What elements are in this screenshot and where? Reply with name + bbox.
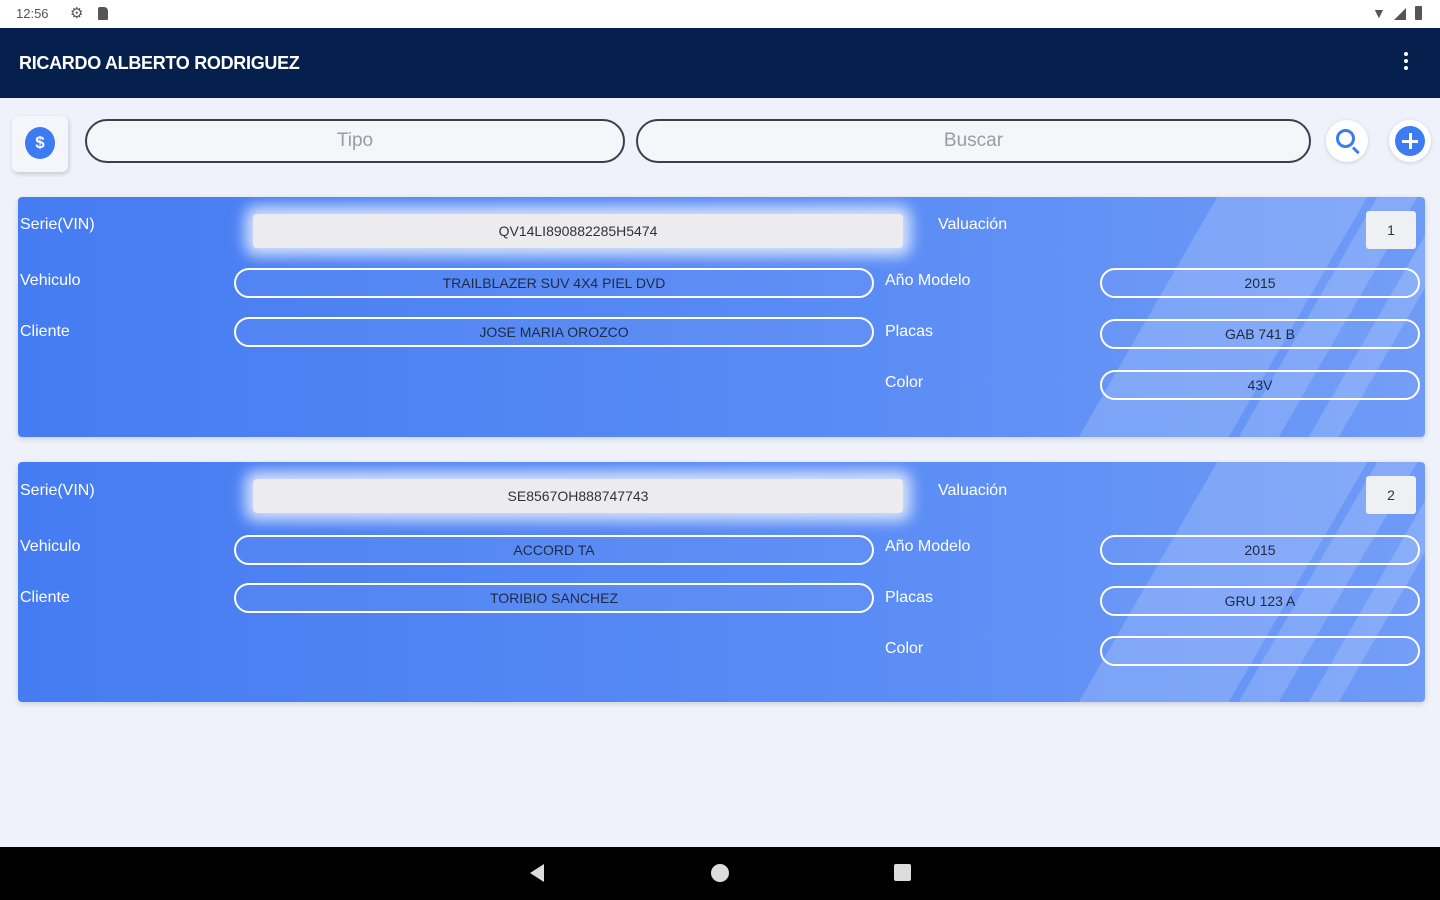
placas-field: GAB 741 B bbox=[1100, 319, 1420, 349]
home-icon[interactable] bbox=[711, 864, 729, 882]
search-icon bbox=[1336, 129, 1355, 148]
vehiculo-field: TRAILBLAZER SUV 4X4 PIEL DVD bbox=[234, 268, 874, 298]
anio-modelo-label: Año Modelo bbox=[885, 538, 971, 555]
add-button[interactable] bbox=[1389, 120, 1431, 162]
search-input[interactable] bbox=[638, 121, 1309, 161]
vin-value: SE8567OH888747743 bbox=[253, 479, 903, 513]
wifi-icon: ▼ bbox=[1372, 5, 1386, 21]
system-nav-bar bbox=[0, 847, 1440, 900]
search-button[interactable] bbox=[1326, 120, 1368, 162]
valuation-button[interactable]: $ bbox=[12, 116, 68, 172]
settings-gear-icon: ⚙ bbox=[70, 5, 84, 22]
color-field: 43V bbox=[1100, 370, 1420, 400]
placas-field: GRU 123 A bbox=[1100, 586, 1420, 616]
cliente-label: Cliente bbox=[20, 589, 70, 606]
serie-label: Serie(VIN) bbox=[20, 216, 95, 233]
anio-modelo-field: 2015 bbox=[1100, 535, 1420, 565]
vin-value: QV14LI890882285H5474 bbox=[253, 214, 903, 248]
recent-apps-icon[interactable] bbox=[894, 864, 911, 881]
tipo-input[interactable] bbox=[87, 121, 623, 161]
buscar-field[interactable] bbox=[636, 119, 1311, 163]
serie-label: Serie(VIN) bbox=[20, 482, 95, 499]
vehiculo-field: ACCORD TA bbox=[234, 535, 874, 565]
placas-label: Placas bbox=[885, 589, 934, 606]
color-label: Color bbox=[885, 374, 924, 391]
sd-card-icon bbox=[98, 7, 108, 20]
vehiculo-label: Vehiculo bbox=[20, 272, 81, 289]
more-options-icon[interactable] bbox=[1398, 52, 1414, 76]
vehicle-card[interactable]: Serie(VIN) SE8567OH888747743 Valuación 2… bbox=[18, 462, 1425, 702]
status-time: 12:56 bbox=[16, 6, 49, 21]
app-title: RICARDO ALBERTO RODRIGUEZ bbox=[19, 53, 300, 73]
cell-signal-icon bbox=[1394, 8, 1406, 20]
back-icon[interactable] bbox=[530, 864, 544, 882]
battery-icon bbox=[1415, 6, 1422, 20]
valuacion-badge: 2 bbox=[1366, 476, 1416, 514]
placas-label: Placas bbox=[885, 323, 934, 340]
app-bar: RICARDO ALBERTO RODRIGUEZ bbox=[0, 28, 1440, 98]
vehicle-card[interactable]: Serie(VIN) QV14LI890882285H5474 Valuació… bbox=[18, 197, 1425, 437]
valuacion-label: Valuación bbox=[938, 482, 1008, 499]
valuacion-label: Valuación bbox=[938, 216, 1008, 233]
cliente-field: JOSE MARIA OROZCO bbox=[234, 317, 874, 347]
color-field bbox=[1100, 636, 1420, 666]
status-bar: 12:56 ⚙ ▼ bbox=[0, 0, 1440, 28]
cliente-label: Cliente bbox=[20, 323, 70, 340]
dollar-icon: $ bbox=[25, 127, 55, 159]
valuacion-badge: 1 bbox=[1366, 211, 1416, 249]
anio-modelo-label: Año Modelo bbox=[885, 272, 971, 289]
tipo-field[interactable] bbox=[85, 119, 625, 163]
plus-icon bbox=[1395, 126, 1425, 156]
color-label: Color bbox=[885, 640, 924, 657]
cliente-field: TORIBIO SANCHEZ bbox=[234, 583, 874, 613]
vehiculo-label: Vehiculo bbox=[20, 538, 81, 555]
anio-modelo-field: 2015 bbox=[1100, 268, 1420, 298]
